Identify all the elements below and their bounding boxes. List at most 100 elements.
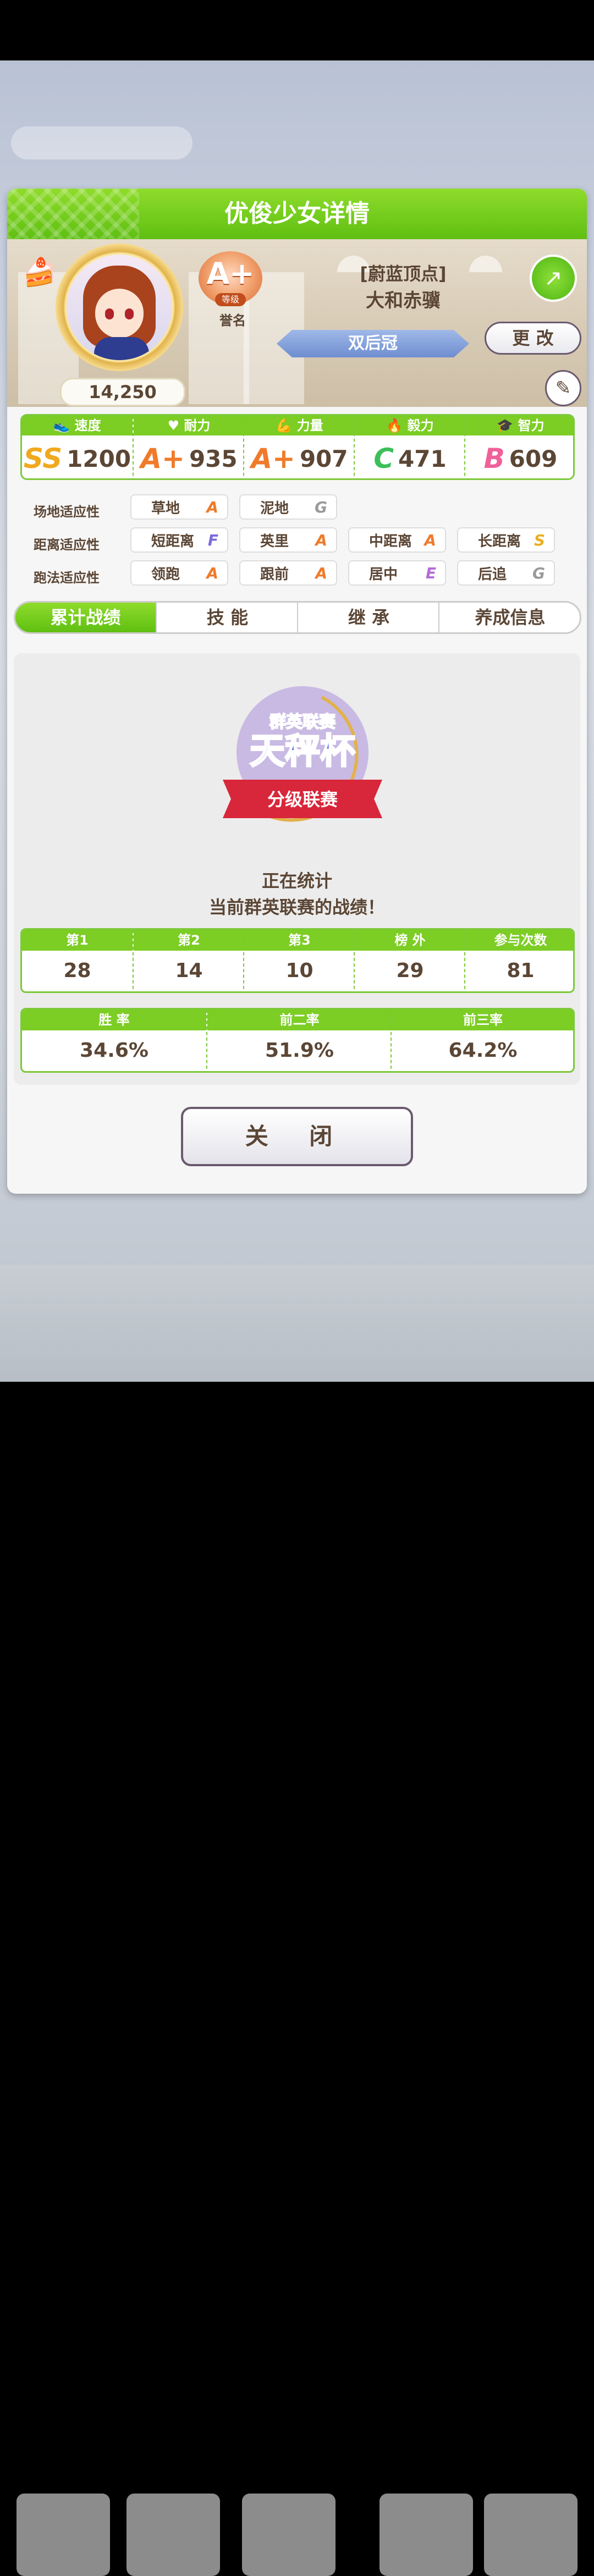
libra-cup-logo: 群英联赛 天秤杯 分级联赛 bbox=[223, 686, 382, 822]
stat-grade: SS bbox=[23, 443, 63, 475]
close-button[interactable]: 关 闭 bbox=[181, 1107, 413, 1166]
avatar[interactable] bbox=[67, 255, 172, 360]
rate-win: 胜 率 34.6% bbox=[22, 1010, 206, 1071]
stat-label: 耐力 bbox=[184, 418, 211, 433]
background-blurred-bar bbox=[11, 126, 193, 159]
edit-button[interactable]: ✎ bbox=[545, 370, 581, 406]
stat-grade: A+ bbox=[140, 443, 185, 475]
stat-label: 力量 bbox=[296, 418, 323, 433]
stat-value: 609 bbox=[509, 445, 558, 472]
stat-grade: B bbox=[483, 443, 505, 475]
character-epithet: [蔚蓝顶点] bbox=[360, 263, 447, 284]
aptitude-long: 长距离 S bbox=[457, 527, 555, 553]
background-nav-tile bbox=[380, 2494, 473, 2576]
logo-main-text: 天秤杯 bbox=[250, 731, 355, 772]
stat-value: 1200 bbox=[67, 445, 131, 472]
aptitude-mile: 英里 A bbox=[239, 527, 337, 553]
background-nav-tile bbox=[16, 2494, 110, 2576]
profile-banner: 🍰 14,250 A+ 等级 誉名 [蔚蓝顶点] 大和赤骥 双后冠 ↗ 更 改 … bbox=[7, 239, 587, 407]
aptitude-name: 草地 bbox=[151, 500, 180, 517]
stat-stamina: ♥ 耐力 A+ 935 bbox=[133, 416, 244, 478]
status-bar bbox=[0, 0, 594, 60]
aptitude-medium: 中距离 A bbox=[348, 527, 446, 553]
share-button[interactable]: ↗ bbox=[530, 255, 577, 302]
placement-first: 第1 28 bbox=[22, 930, 133, 991]
dialog-title: 优俊少女详情 bbox=[7, 189, 587, 239]
statistics-message: 正在统计 当前群英联赛的战绩！ bbox=[14, 868, 580, 920]
heart-icon: ♥ bbox=[167, 418, 184, 433]
placement-value: 28 bbox=[63, 959, 91, 982]
aptitude-grade: F bbox=[207, 531, 218, 549]
aptitude-name: 领跑 bbox=[151, 566, 180, 583]
style-aptitude-label: 跑法适应性 bbox=[34, 570, 100, 586]
placement-value: 14 bbox=[175, 959, 203, 982]
background-nav-tile bbox=[484, 2494, 578, 2576]
aptitude-name: 后追 bbox=[478, 566, 507, 583]
aptitude-grade: G bbox=[315, 498, 327, 516]
rank-title-label: 誉名 bbox=[219, 313, 246, 328]
aptitude-grade: A bbox=[206, 564, 218, 582]
track-aptitude-label: 场地适应性 bbox=[34, 504, 100, 520]
aptitude-name: 泥地 bbox=[260, 500, 289, 517]
aptitude-sprint: 短距离 F bbox=[130, 527, 228, 553]
rate-top3: 前三率 64.2% bbox=[391, 1010, 573, 1071]
background-bottom-nav bbox=[0, 1265, 594, 2576]
logo-top-text: 群英联赛 bbox=[270, 713, 336, 732]
logo-ribbon-text: 分级联赛 bbox=[267, 789, 338, 810]
avatar-body bbox=[94, 337, 149, 360]
rank-sub-label: 等级 bbox=[215, 293, 246, 306]
pencil-icon: ✎ bbox=[555, 377, 571, 399]
avatar-eye bbox=[105, 308, 114, 319]
placement-table: 第1 28 第2 14 第3 10 榜 外 29 参与次数 81 bbox=[20, 928, 575, 993]
tab-career-record[interactable]: 累计战绩 bbox=[15, 603, 156, 632]
rate-header: 前三率 bbox=[392, 1010, 573, 1030]
message-line-1: 正在统计 bbox=[261, 870, 332, 891]
rate-header: 前二率 bbox=[207, 1010, 392, 1030]
stat-label: 智力 bbox=[518, 418, 544, 433]
rate-value: 34.6% bbox=[80, 1039, 148, 1062]
stat-value: 907 bbox=[299, 445, 348, 472]
aptitude-grade: G bbox=[532, 564, 545, 582]
placement-value: 29 bbox=[396, 959, 424, 982]
stat-grade: A+ bbox=[251, 443, 295, 475]
shoe-icon: 👟 bbox=[53, 418, 75, 433]
stat-value: 471 bbox=[398, 445, 447, 472]
aptitude-grade: A bbox=[424, 531, 436, 549]
rate-value: 51.9% bbox=[265, 1039, 334, 1062]
cake-icon: 🍰 bbox=[23, 256, 57, 288]
honor-title-ribbon: 双后冠 bbox=[277, 330, 469, 357]
stat-grade: C bbox=[373, 443, 394, 475]
tab-training-info[interactable]: 养成信息 bbox=[438, 603, 580, 632]
placement-header: 第2 bbox=[134, 930, 244, 951]
aptitude-grade: E bbox=[425, 564, 436, 582]
placement-third: 第3 10 bbox=[243, 930, 355, 991]
tab-skills[interactable]: 技 能 bbox=[156, 603, 298, 632]
aptitude-front-runner: 领跑 A bbox=[130, 560, 228, 586]
graduation-cap-icon: 🎓 bbox=[497, 418, 518, 433]
aptitude-name: 长距离 bbox=[478, 533, 521, 550]
aptitude-end-closer: 后追 G bbox=[457, 560, 555, 586]
placement-header: 第1 bbox=[22, 930, 133, 951]
stat-power: 💪 力量 A+ 907 bbox=[243, 416, 355, 478]
placement-second: 第2 14 bbox=[133, 930, 244, 991]
distance-aptitude-label: 距离适应性 bbox=[34, 537, 100, 553]
stat-label: 速度 bbox=[74, 418, 101, 433]
rate-value: 64.2% bbox=[448, 1039, 518, 1062]
placement-entries: 参与次数 81 bbox=[464, 930, 573, 991]
rate-header: 胜 率 bbox=[22, 1010, 206, 1030]
stats-table: 👟 速度 SS 1200 ♥ 耐力 A+ 935 💪 力量 A+ 907 🔥 毅力 C… bbox=[20, 414, 575, 480]
tab-inheritance[interactable]: 继 承 bbox=[297, 603, 439, 632]
avatar-eye bbox=[125, 308, 134, 319]
rate-table: 胜 率 34.6% 前二率 51.9% 前三率 64.2% bbox=[20, 1008, 575, 1073]
change-button[interactable]: 更 改 bbox=[485, 322, 581, 355]
avatar-face bbox=[95, 289, 144, 338]
background-nav-tile bbox=[127, 2494, 220, 2576]
aptitude-name: 短距离 bbox=[151, 533, 195, 550]
aptitude-pace-chaser: 跟前 A bbox=[239, 560, 337, 586]
aptitude-late-surger: 居中 E bbox=[348, 560, 446, 586]
stat-label: 毅力 bbox=[407, 418, 434, 433]
aptitude-name: 英里 bbox=[260, 533, 289, 550]
share-icon: ↗ bbox=[544, 266, 563, 291]
stat-speed: 👟 速度 SS 1200 bbox=[22, 416, 133, 478]
placement-header: 第3 bbox=[244, 930, 355, 951]
